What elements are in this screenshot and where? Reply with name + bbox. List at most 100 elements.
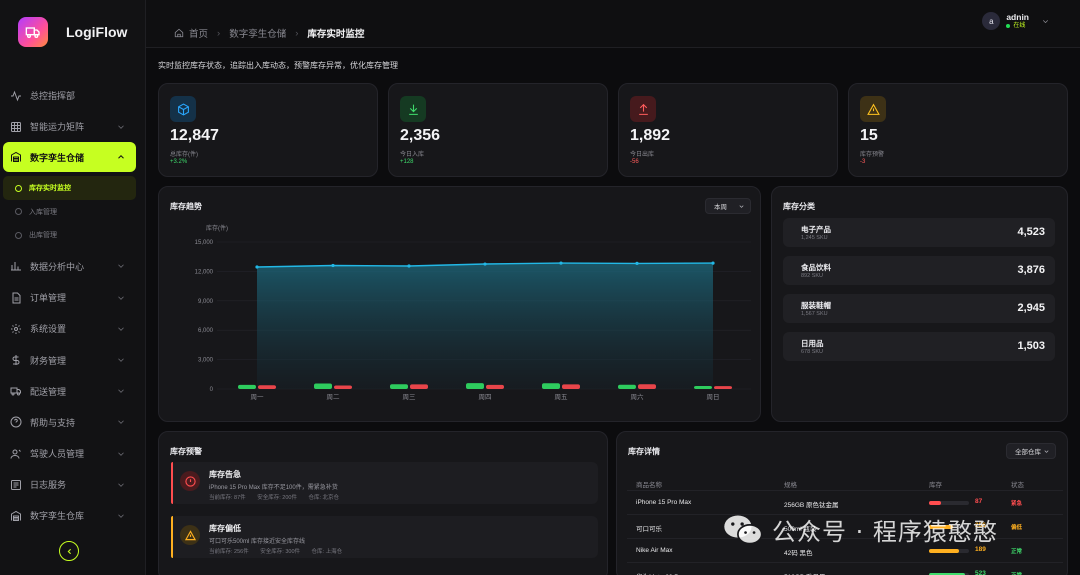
stat-value: 12,847 [170, 127, 219, 144]
warehouse-icon [10, 151, 22, 163]
breadcrumb: 首页 › 数字孪生仓储 › 库存实时监控 [174, 26, 364, 40]
table-header: 状态 [1011, 482, 1024, 489]
collapse-sidebar-button[interactable] [59, 541, 79, 561]
truck-icon [10, 385, 22, 397]
chevron-down-icon [118, 420, 124, 425]
sidebar-item-label: 数字孪生仓储 [30, 152, 85, 163]
breadcrumb-section[interactable]: 数字孪生仓储 [229, 26, 286, 40]
alert-description: 可口可乐500ml 库存接近安全库存线 [209, 539, 306, 545]
product-spec: 256GB 原色钛金属 [784, 502, 839, 509]
sidebar-subitem-inbound[interactable]: 入库管理 [3, 200, 136, 224]
truck-logo-icon [18, 17, 48, 47]
user-status: 在线 [1006, 23, 1029, 30]
inbound-bar [390, 384, 408, 389]
table-row[interactable]: 华为Mate 60 Pro 512GB 雅丹黑 523 正常 [627, 562, 1063, 575]
alert-current-stock: 当前库存: 87件 [209, 495, 246, 501]
sidebar-item-label: 帮助与支持 [30, 417, 76, 428]
category-title: 库存分类 [783, 202, 815, 211]
sidebar-item-command-center[interactable]: 总控指挥部 [0, 80, 146, 111]
category-name: 电子产品 [801, 225, 831, 234]
stat-label: 库存预警 [860, 152, 885, 158]
alert-item[interactable]: 库存偏低 可口可乐500ml 库存接近安全库存线 当前库存: 256件 安全库存… [171, 516, 598, 558]
user-name: adnin [1006, 12, 1029, 23]
sidebar-subitem-label: 出库管理 [29, 232, 57, 240]
grid-icon [10, 121, 22, 133]
sidebar-item-digital-twin-warehouse[interactable]: 数字孪生仓库 [0, 500, 146, 531]
sidebar-subitem-realtime-monitor[interactable]: 库存实时监控 [3, 176, 136, 200]
category-name: 日用品 [801, 339, 824, 348]
stat-delta: +128 [400, 159, 414, 165]
breadcrumb-current: 库存实时监控 [307, 29, 365, 40]
sidebar-item-capacity-matrix[interactable]: 智能运力矩阵 [0, 111, 146, 142]
warehouse-icon [10, 510, 22, 522]
circle-dot-icon [15, 208, 22, 216]
sidebar-item-drivers[interactable]: 驾驶人员管理 [0, 438, 146, 469]
sidebar-subitem-outbound[interactable]: 出库管理 [3, 223, 136, 247]
series-area [257, 263, 713, 389]
series-point [559, 261, 563, 265]
sidebar-item-finance[interactable]: 财务管理 [0, 344, 146, 375]
breadcrumb-home[interactable]: 首页 [189, 26, 208, 40]
product-name: 华为Mate 60 Pro [636, 571, 684, 575]
circle-dot-icon [15, 231, 22, 239]
x-tick-label: 周六 [631, 392, 645, 401]
category-sku: 1,245 SKU [801, 235, 828, 241]
user-status-label: 在线 [1013, 22, 1026, 29]
table-row[interactable]: iPhone 15 Pro Max 256GB 原色钛金属 87 紧急 [627, 490, 1063, 514]
sidebar-item-help[interactable]: 帮助与支持 [0, 407, 146, 438]
detail-title: 库存详情 [628, 447, 660, 456]
outbound-bar [714, 386, 732, 389]
user-menu[interactable]: a adnin 在线 [982, 12, 1050, 30]
log-icon [10, 479, 22, 491]
stat-delta: -56 [630, 159, 639, 165]
table-header: 规格 [784, 482, 797, 489]
stat-card-outbound: 1,892 今日出库 -56 [618, 83, 838, 177]
category-sku: 892 SKU [801, 273, 824, 279]
category-row[interactable]: 日用品 678 SKU 1,503 [783, 332, 1055, 361]
product-name: iPhone 15 Pro Max [636, 499, 692, 506]
sidebar-item-orders[interactable]: 订单管理 [0, 282, 146, 313]
x-tick-label: 周一 [251, 393, 265, 401]
cube-icon [170, 96, 196, 122]
x-tick-label: 周二 [327, 393, 341, 401]
alert-circle-icon [180, 471, 200, 491]
sidebar-item-analytics[interactable]: 数据分析中心 [0, 251, 146, 282]
warning-icon [180, 525, 200, 545]
inbound-bar [694, 386, 712, 389]
chevron-down-icon [118, 358, 124, 362]
alert-item[interactable]: 库存告急 iPhone 15 Pro Max 库存不足100件，需紧急补货 当前… [171, 462, 598, 504]
alert-bar [171, 462, 173, 504]
sidebar-item-delivery[interactable]: 配送管理 [0, 376, 146, 407]
upload-icon [630, 96, 656, 122]
warehouse-select[interactable]: 全部仓库 [1006, 443, 1056, 459]
x-tick-label: 周五 [555, 393, 569, 401]
activity-icon [10, 90, 22, 102]
category-row[interactable]: 电子产品 1,245 SKU 4,523 [783, 218, 1055, 247]
download-icon [400, 96, 426, 122]
chevron-down-icon [118, 296, 124, 300]
sidebar-item-digital-twin-storage[interactable]: 数字孪生仓储 [3, 142, 136, 173]
alert-current-stock: 当前库存: 256件 [209, 549, 249, 555]
sidebar-item-logs[interactable]: 日志服务 [0, 469, 146, 500]
stock-quantity: 189 [975, 546, 986, 553]
stock-bar [929, 549, 969, 553]
product-spec: 512GB 雅丹黑 [784, 571, 826, 575]
stat-value: 15 [860, 127, 878, 144]
stat-card-inbound: 2,356 今日入库 +128 [388, 83, 608, 177]
category-row[interactable]: 服装鞋帽 1,567 SKU 2,945 [783, 294, 1055, 323]
trend-card: 库存趋势 本周 库存(件) 15,000 12,000 9,000 6,000 3,00… [158, 186, 761, 422]
category-row[interactable]: 食品饮料 892 SKU 3,876 [783, 256, 1055, 285]
home-icon [174, 28, 184, 38]
brand[interactable]: LogiFlow [0, 0, 145, 64]
sidebar-item-label: 智能运力矩阵 [30, 122, 85, 133]
series-point [635, 261, 639, 265]
chevron-down-icon [118, 264, 124, 269]
inbound-bar [466, 383, 484, 389]
alert-title: 库存偏低 [209, 524, 241, 533]
watermark: 公众号 · 程序猿憨憨 [722, 512, 998, 547]
alert-warehouse: 仓库: 北京仓 [308, 495, 340, 501]
inbound-bar [238, 384, 256, 389]
sidebar-item-settings[interactable]: 系统设置 [0, 313, 146, 344]
chevron-down-icon [118, 483, 124, 487]
series-point [711, 261, 715, 265]
